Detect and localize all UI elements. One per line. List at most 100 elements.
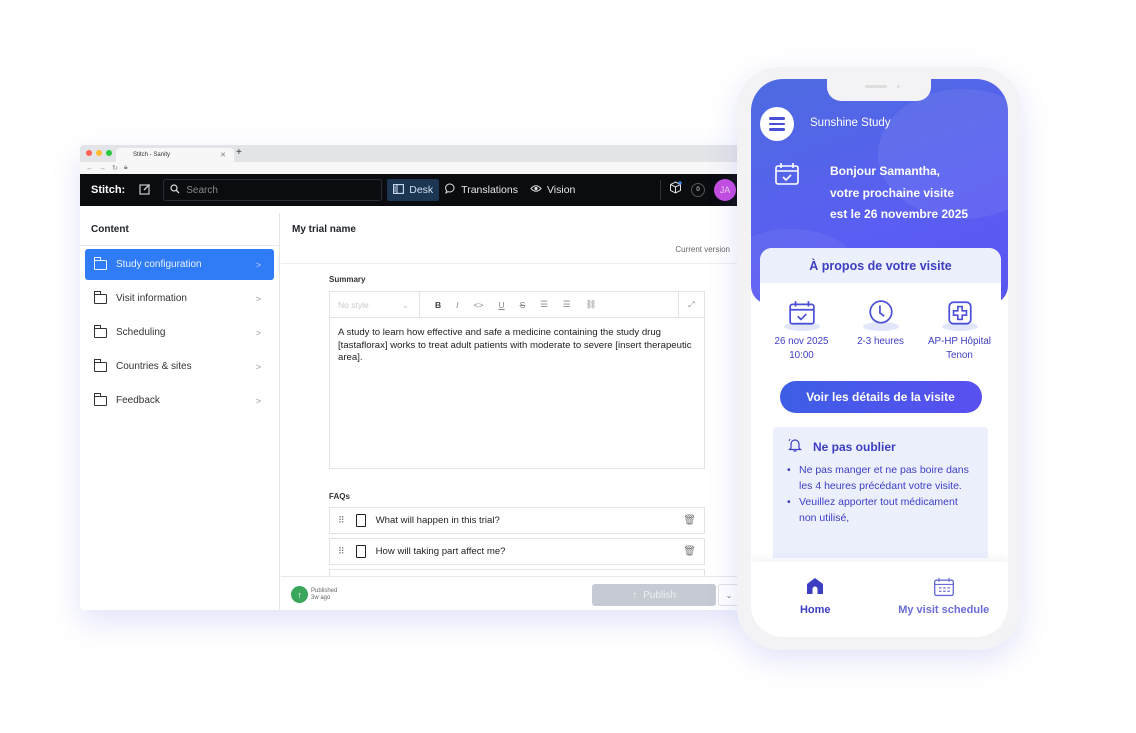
style-select[interactable]: No style ⌄ (330, 292, 420, 317)
content-sidebar: Content Study configuration > Visit info… (80, 213, 280, 610)
browser-tab-bar: Stitch - Sanity ✕ + (80, 145, 742, 162)
trash-icon[interactable]: 🗑︎ (683, 515, 696, 526)
underline-button[interactable]: U (498, 300, 504, 310)
published-status-icon: ↑ (291, 586, 308, 603)
address-bar[interactable]: ← → ↻ 🔒︎ (80, 162, 742, 174)
greeting: Bonjour Samantha, votre prochaine visite… (830, 161, 968, 226)
tab-my-visit-schedule[interactable]: My visit schedule (880, 562, 1009, 637)
visit-card-title: À propos de votre visite (760, 248, 1001, 283)
maximize-window-button[interactable] (106, 150, 112, 156)
bell-icon (787, 437, 803, 456)
notification-counter[interactable]: 0 (691, 183, 705, 197)
sidebar-item-scheduling[interactable]: Scheduling > (85, 317, 274, 348)
hospital-icon (923, 299, 997, 331)
chevron-down-icon: ⌄ (401, 300, 409, 310)
faq-item[interactable]: ⠿ What will happen in this trial? 🗑︎ (329, 507, 705, 534)
chevron-right-icon: > (255, 293, 261, 304)
studio-brand[interactable]: Stitch: (91, 184, 125, 196)
publish-button[interactable]: ↑ Publish (592, 584, 716, 606)
forward-icon[interactable]: → (99, 165, 106, 172)
reload-icon[interactable]: ↻ (112, 164, 118, 172)
chevron-right-icon: > (255, 395, 261, 406)
phone-screen: Sunshine Study Bonjour Samantha, votre p… (751, 79, 1008, 637)
folder-icon (93, 256, 107, 270)
summary-text[interactable]: A study to learn how effective and safe … (330, 318, 704, 374)
studio-navbar: Stitch: Search Desk Translations Vision … (80, 174, 742, 206)
view-visit-details-button[interactable]: Voir les détails de la visite (779, 381, 982, 413)
link-icon[interactable]: ⛓︎ (586, 299, 597, 310)
publish-status-label: Published (311, 588, 338, 594)
visit-date: 26 nov 2025 10:00 (765, 299, 839, 363)
publish-status-time: 3w ago (311, 594, 331, 601)
visit-location-line1: AP-HP Hôpital (928, 336, 991, 347)
chevron-right-icon: > (255, 327, 261, 338)
numbered-list-icon[interactable]: ☰ (563, 299, 571, 310)
faq-item[interactable]: ⠿ How will taking part affect me? 🗑︎ (329, 538, 705, 565)
italic-button[interactable]: I (456, 300, 458, 310)
close-tab-icon[interactable]: ✕ (220, 151, 226, 159)
desk-icon (393, 183, 405, 197)
close-window-button[interactable] (86, 150, 92, 156)
document-icon (355, 545, 366, 558)
minimize-window-button[interactable] (96, 150, 102, 156)
sidebar-item-countries-sites[interactable]: Countries & sites > (85, 351, 274, 382)
back-icon[interactable]: ← (86, 165, 93, 172)
phone-notch (827, 79, 931, 101)
publish-status: Published 3w ago (311, 588, 337, 601)
search-input[interactable]: Search (163, 179, 383, 201)
package-icon[interactable] (669, 181, 682, 199)
calendar-icon (933, 576, 955, 598)
sidebar-item-feedback[interactable]: Feedback > (85, 385, 274, 416)
drag-handle-icon[interactable]: ⠿ (338, 515, 345, 526)
nav-desk[interactable]: Desk (387, 179, 440, 201)
folder-icon (93, 392, 107, 406)
nav-translations[interactable]: Translations (439, 179, 524, 201)
new-tab-button[interactable]: + (236, 147, 242, 158)
user-avatar[interactable]: JA (714, 179, 736, 201)
version-label[interactable]: Current version (675, 245, 730, 254)
summary-editor[interactable]: No style ⌄ B I <> U S ☰ ☰ ⛓︎ ⤢ A study to… (329, 291, 705, 469)
nav-translations-label: Translations (461, 184, 518, 196)
publish-icon: ↑ (632, 589, 638, 601)
sidebar-item-study-configuration[interactable]: Study configuration > (85, 249, 274, 280)
bullet-list-icon[interactable]: ☰ (540, 299, 548, 310)
tab-schedule-label: My visit schedule (898, 604, 990, 616)
reminder-item: Veuillez apporter tout médicament non ut… (787, 494, 974, 526)
phone-mockup: Sunshine Study Bonjour Samantha, votre p… (737, 67, 1021, 650)
nav-vision-label: Vision (546, 184, 576, 196)
reminder-list: Ne pas manger et ne pas boire dans les 4… (787, 462, 974, 526)
chevron-right-icon: > (255, 361, 261, 372)
greeting-line: votre prochaine visite (830, 185, 955, 200)
sidebar-item-label: Study configuration (116, 259, 202, 270)
hamburger-menu-button[interactable] (760, 107, 794, 141)
window-controls (86, 150, 112, 156)
visit-duration: 2-3 heures (844, 299, 918, 363)
drag-handle-icon[interactable]: ⠿ (338, 546, 345, 557)
calendar-check-icon (765, 299, 839, 331)
editor-toolbar: No style ⌄ B I <> U S ☰ ☰ ⛓︎ ⤢ (330, 292, 704, 318)
calendar-check-icon (774, 161, 800, 192)
expand-icon[interactable]: ⤢ (678, 292, 704, 317)
compose-icon[interactable] (139, 183, 151, 198)
visit-card: À propos de votre visite 26 nov 2025 10:… (760, 248, 1001, 558)
sidebar-item-label: Visit information (116, 293, 187, 304)
publish-button-label: Publish (643, 589, 676, 601)
nav-vision[interactable]: Vision (524, 179, 581, 201)
sidebar-item-visit-information[interactable]: Visit information > (85, 283, 274, 314)
reminder-box: Ne pas oublier Ne pas manger et ne pas b… (773, 427, 988, 558)
greeting-line: Bonjour Samantha, (830, 164, 941, 178)
document-footer: ↑ Published 3w ago ↑ Publish ⌄ (281, 576, 742, 610)
greeting-line: est le 26 novembre 2025 (830, 207, 969, 221)
strikethrough-button[interactable]: S (520, 300, 526, 310)
visit-location: AP-HP Hôpital Tenon (923, 299, 997, 363)
browser-tab-title: Stitch - Sanity (133, 152, 171, 158)
tab-home[interactable]: Home (751, 562, 880, 637)
bold-button[interactable]: B (435, 300, 441, 310)
style-select-value: No style (338, 300, 369, 310)
faq-item-label: What will happen in this trial? (375, 515, 500, 526)
code-button[interactable]: <> (474, 300, 484, 310)
trash-icon[interactable]: 🗑︎ (683, 546, 696, 557)
tab-home-label: Home (799, 604, 831, 616)
browser-tab[interactable]: Stitch - Sanity ✕ (116, 148, 234, 162)
bottom-tab-bar: Home My visit schedule (751, 562, 1008, 637)
